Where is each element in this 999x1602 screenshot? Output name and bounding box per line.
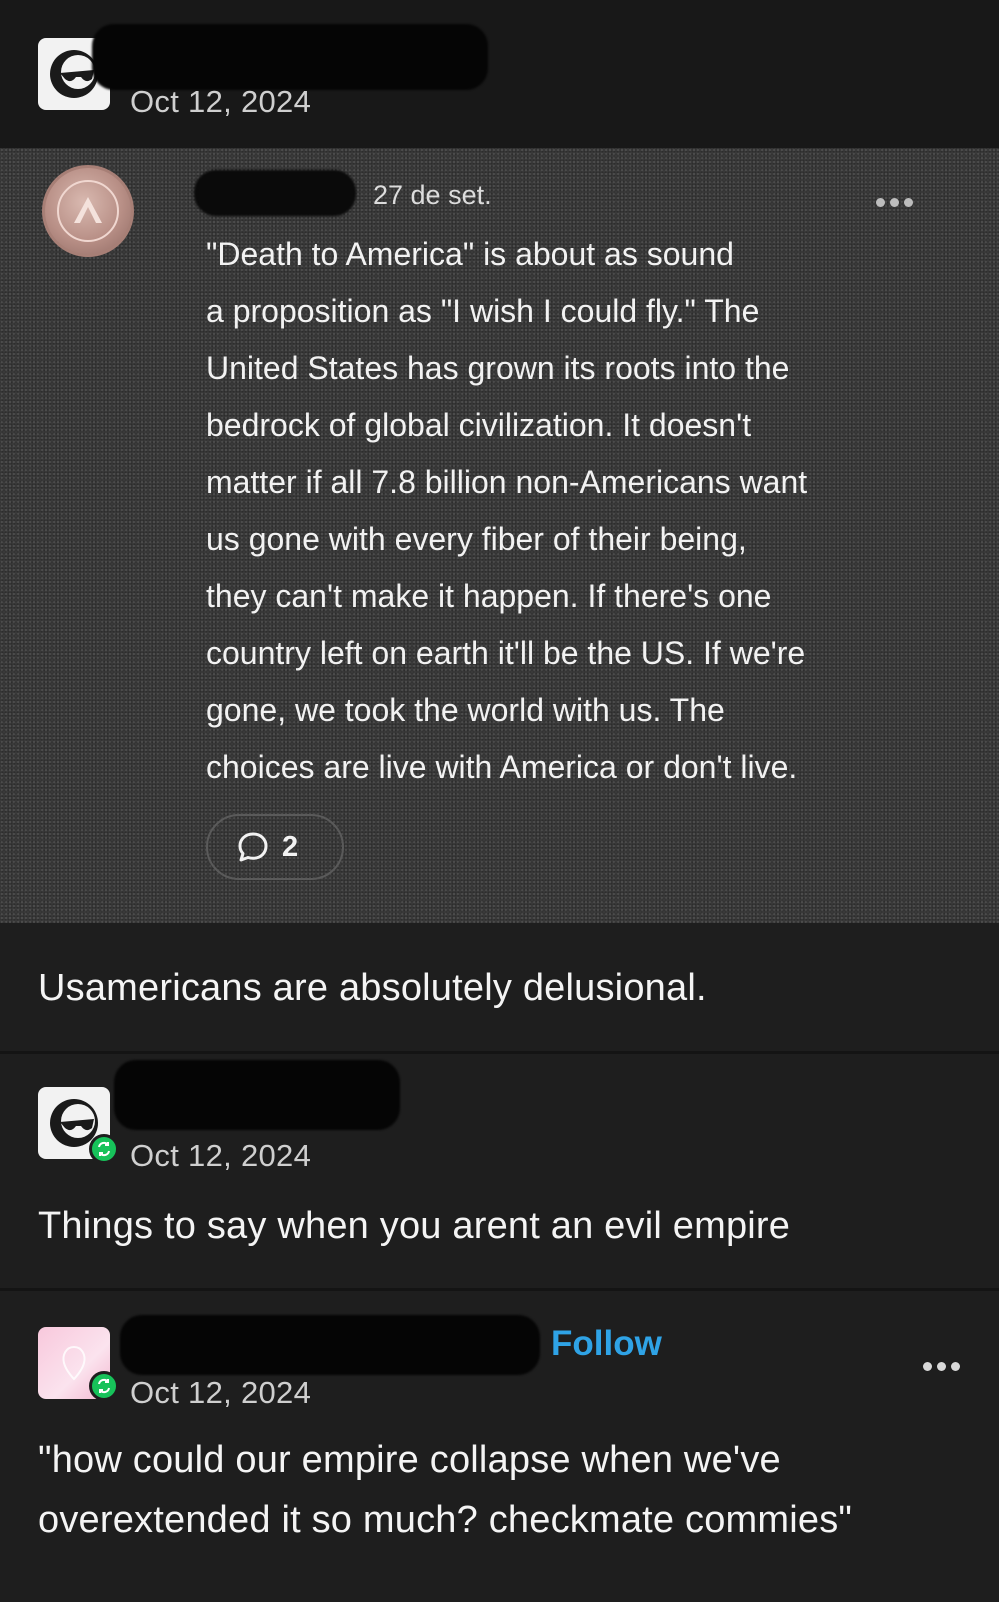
- more-options-icon[interactable]: [923, 1362, 960, 1371]
- comment-bubble-icon: [238, 832, 268, 862]
- spartan-coin-icon: [42, 165, 134, 257]
- follow-button[interactable]: Follow: [551, 1324, 662, 1364]
- quote-line: gone, we took the world with us. The: [206, 692, 725, 728]
- comments-button[interactable]: 2: [206, 814, 344, 880]
- quote-line: us gone with every fiber of their being,: [206, 521, 747, 557]
- quote-line: country left on earth it'll be the US. I…: [206, 635, 806, 671]
- quote-line: choices are live with America or don't l…: [206, 749, 798, 785]
- quoted-post-text: "Death to America" is about as sound a p…: [206, 226, 946, 796]
- redacted-username: [92, 24, 488, 90]
- redacted-username: [114, 1060, 400, 1130]
- quote-line: bedrock of global civilization. It doesn…: [206, 407, 752, 443]
- post-date: Oct 12, 2024: [130, 1138, 312, 1173]
- post-header-1: Oct 12, 2024: [0, 0, 999, 148]
- redacted-quoted-username: [194, 170, 356, 216]
- post-text: Usamericans are absolutely delusional.: [38, 967, 707, 1009]
- post-date: Oct 12, 2024: [130, 1375, 312, 1410]
- quote-line: United States has grown its roots into t…: [206, 350, 790, 386]
- reblog-icon: [89, 1134, 119, 1164]
- quoted-post-date: 27 de set.: [373, 180, 492, 210]
- quote-line: "Death to America" is about as sound: [206, 236, 734, 272]
- reblog-icon: [89, 1371, 119, 1401]
- quote-line: matter if all 7.8 billion non-Americans …: [206, 464, 808, 500]
- reblog-post-3: Oct 12, 2024 "how could our empire colla…: [0, 1291, 999, 1602]
- post-body-1: Usamericans are absolutely delusional.: [0, 923, 999, 1051]
- post-text-line: "how could our empire collapse when we'v…: [38, 1439, 781, 1481]
- redacted-username: [120, 1315, 540, 1375]
- quote-line: a proposition as "I wish I could fly." T…: [206, 293, 760, 329]
- comment-count: 2: [282, 830, 299, 863]
- post-text-line: overextended it so much? checkmate commi…: [38, 1499, 853, 1541]
- reblog-post-2: Oct 12, 2024 Things to say when you aren…: [0, 1054, 999, 1288]
- post-text: Things to say when you arent an evil emp…: [38, 1205, 791, 1247]
- more-options-icon[interactable]: [876, 198, 913, 207]
- quote-line: they can't make it happen. If there's on…: [206, 578, 772, 614]
- post-date: Oct 12, 2024: [130, 84, 312, 119]
